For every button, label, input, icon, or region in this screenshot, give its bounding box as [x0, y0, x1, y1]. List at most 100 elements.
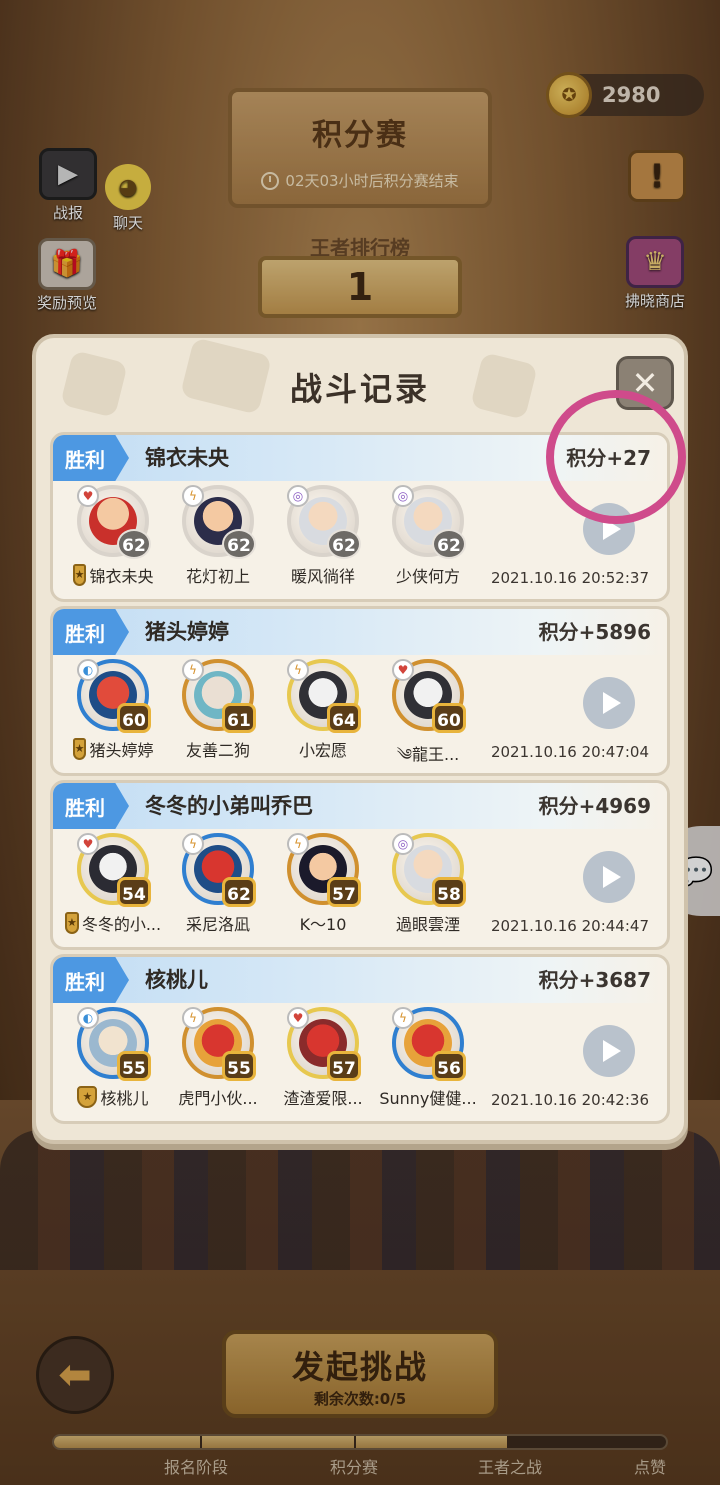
thunder-element-icon: ϟ: [287, 659, 309, 681]
fire-element-icon: ♥: [287, 1007, 309, 1029]
team-member[interactable]: ◐ 60 ★ 猪头婷婷: [72, 659, 154, 773]
avatar: ◐ 60: [77, 659, 151, 733]
level-badge: 62: [327, 529, 361, 559]
member-name: 過眼雲湮: [395, 915, 460, 934]
team-member[interactable]: ϟ 64 小宏愿: [285, 659, 361, 773]
avatar: ♥ 54: [77, 833, 151, 907]
level-badge: 58: [432, 877, 466, 907]
avatar: ϟ 62: [182, 485, 256, 559]
fire-element-icon: ♥: [77, 833, 99, 855]
level-badge: 64: [327, 703, 361, 733]
member-name: 花灯初上: [185, 567, 250, 586]
wind-element-icon: ◎: [392, 833, 414, 855]
wind-element-icon: ◎: [392, 485, 414, 507]
level-badge: 54: [117, 877, 151, 907]
result-badge: 胜利: [53, 783, 129, 829]
team-member[interactable]: ϟ 62 采尼洛凪: [180, 833, 256, 935]
team-member[interactable]: ◎ 62 少侠何方: [390, 485, 466, 587]
level-badge: 60: [432, 703, 466, 733]
member-name: K～10: [299, 915, 347, 934]
record-time: 2021.10.16 20:44:47: [490, 917, 649, 935]
captain-shield-icon: ★: [72, 564, 87, 586]
captain-shield-icon: ★: [64, 912, 79, 934]
member-name: 友善二狗: [185, 741, 250, 760]
annotation-circle: [546, 390, 686, 524]
record-list: 胜利 锦衣未央 积分+27 ♥ 62 ★ 锦衣未央 ϟ 62 花灯初上 ◎ 62…: [50, 432, 670, 1128]
level-badge: 62: [222, 877, 256, 907]
team-member[interactable]: ϟ 61 友善二狗: [180, 659, 256, 773]
result-badge: 胜利: [53, 957, 129, 1003]
team-member[interactable]: ◎ 58 過眼雲湮: [390, 833, 466, 935]
record-item: 胜利 猪头婷婷 积分+5896 ◐ 60 ★ 猪头婷婷 ϟ 61 友善二狗 ϟ …: [50, 606, 670, 776]
team-member[interactable]: ◐ 55 ★ 核桃儿: [75, 1007, 151, 1109]
team-member[interactable]: ◎ 62 暖风徜徉: [285, 485, 361, 587]
avatar: ϟ 62: [182, 833, 256, 907]
score-change: 积分+5896: [538, 620, 651, 644]
avatar: ◎ 58: [392, 833, 466, 907]
team-member[interactable]: ♥ 60 ༄龍王...: [390, 659, 466, 773]
opponent-name: 冬冬的小弟叫乔巴: [145, 794, 313, 818]
thunder-element-icon: ϟ: [392, 1007, 414, 1029]
opponent-team: ◐ 55 ★ 核桃儿 ϟ 55 虎門小伙... ♥ 57 渣渣爱限... ϟ 5…: [75, 1007, 477, 1109]
team-member[interactable]: ♥ 62 ★ 锦衣未央: [72, 485, 153, 587]
replay-button[interactable]: [583, 851, 635, 903]
thunder-element-icon: ϟ: [182, 659, 204, 681]
result-badge: 胜利: [53, 435, 129, 481]
thunder-element-icon: ϟ: [182, 485, 204, 507]
avatar: ϟ 55: [182, 1007, 256, 1081]
level-badge: 62: [222, 529, 256, 559]
thunder-element-icon: ϟ: [182, 833, 204, 855]
record-time: 2021.10.16 20:47:04: [490, 743, 649, 761]
level-badge: 57: [327, 877, 361, 907]
team-member[interactable]: ϟ 57 K～10: [285, 833, 361, 935]
member-name: Sunny健健...: [379, 1089, 477, 1108]
play-icon: [602, 866, 621, 888]
member-name: 冬冬的小...: [81, 915, 162, 934]
team-member[interactable]: ϟ 55 虎門小伙...: [178, 1007, 258, 1109]
level-badge: 62: [432, 529, 466, 559]
thunder-element-icon: ϟ: [182, 1007, 204, 1029]
opponent-team: ♥ 54 ★ 冬冬的小... ϟ 62 采尼洛凪 ϟ 57 K～10 ◎ 58 …: [64, 833, 466, 935]
avatar: ♥ 57: [287, 1007, 361, 1081]
avatar: ϟ 61: [182, 659, 256, 733]
team-member[interactable]: ϟ 62 花灯初上: [180, 485, 256, 587]
member-name: 核桃儿: [100, 1089, 149, 1108]
member-name: 小宏愿: [298, 741, 347, 760]
level-badge: 55: [117, 1051, 151, 1081]
opponent-team: ◐ 60 ★ 猪头婷婷 ϟ 61 友善二狗 ϟ 64 小宏愿 ♥ 60 ༄龍王.…: [72, 659, 466, 773]
opponent-name: 锦衣未央: [145, 446, 229, 470]
level-badge: 56: [432, 1051, 466, 1081]
avatar: ϟ 64: [287, 659, 361, 733]
avatar: ♥ 62: [77, 485, 151, 559]
thunder-element-icon: ϟ: [287, 833, 309, 855]
level-badge: 62: [117, 529, 151, 559]
avatar: ϟ 57: [287, 833, 361, 907]
record-time: 2021.10.16 20:52:37: [490, 569, 649, 587]
member-name: ༄龍王...: [396, 745, 460, 764]
replay-button[interactable]: [583, 1025, 635, 1077]
record-item: 胜利 冬冬的小弟叫乔巴 积分+4969 ♥ 54 ★ 冬冬的小... ϟ 62 …: [50, 780, 670, 950]
captain-shield-icon: ★: [77, 1086, 98, 1108]
record-item: 胜利 核桃儿 积分+3687 ◐ 55 ★ 核桃儿 ϟ 55 虎門小伙... ♥…: [50, 954, 670, 1124]
record-time: 2021.10.16 20:42:36: [490, 1091, 649, 1109]
score-change: 积分+4969: [538, 794, 651, 818]
wind-element-icon: ◎: [287, 485, 309, 507]
member-name: 少侠何方: [395, 567, 460, 586]
avatar: ♥ 60: [392, 659, 466, 733]
opponent-team: ♥ 62 ★ 锦衣未央 ϟ 62 花灯初上 ◎ 62 暖风徜徉 ◎ 62 少侠何…: [72, 485, 466, 587]
avatar: ◐ 55: [77, 1007, 151, 1081]
member-name: 猪头婷婷: [89, 741, 154, 760]
team-member[interactable]: ♥ 57 渣渣爱限...: [283, 1007, 363, 1109]
member-name: 虎門小伙...: [178, 1089, 258, 1108]
water-element-icon: ◐: [77, 1007, 99, 1029]
level-badge: 60: [117, 703, 151, 733]
avatar: ϟ 56: [392, 1007, 466, 1081]
team-member[interactable]: ♥ 54 ★ 冬冬的小...: [64, 833, 161, 935]
fire-element-icon: ♥: [77, 485, 99, 507]
avatar: ◎ 62: [287, 485, 361, 559]
captain-shield-icon: ★: [72, 738, 87, 760]
replay-button[interactable]: [583, 677, 635, 729]
member-name: 采尼洛凪: [185, 915, 250, 934]
opponent-name: 猪头婷婷: [145, 620, 229, 644]
team-member[interactable]: ϟ 56 Sunny健健...: [379, 1007, 477, 1109]
